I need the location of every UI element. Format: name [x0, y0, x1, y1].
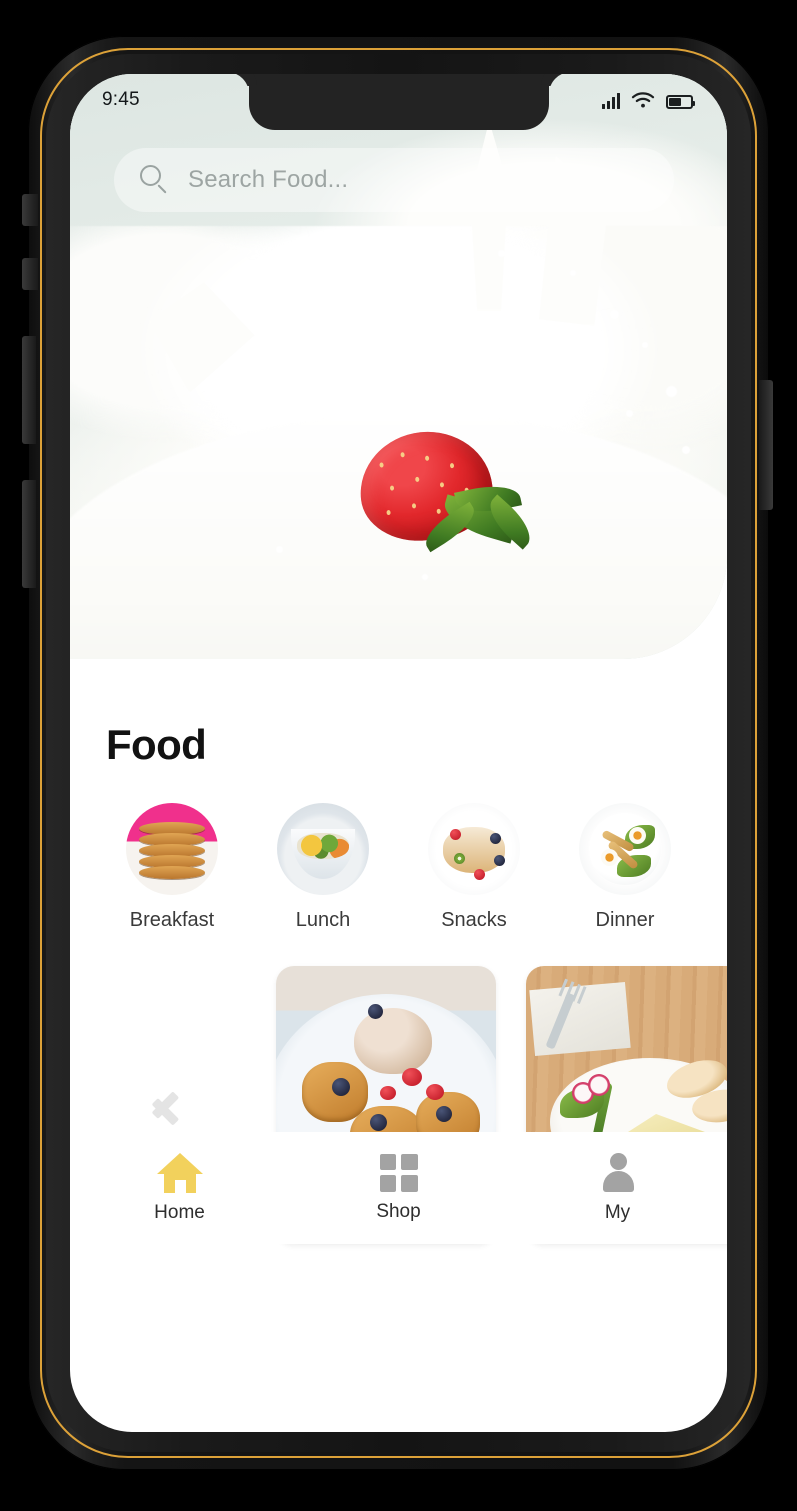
milk-droplet [498, 250, 505, 257]
side-button-secondary[interactable] [22, 258, 38, 290]
milk-droplet [666, 386, 677, 397]
volume-up-button[interactable] [22, 336, 36, 444]
milk-droplet [422, 574, 428, 580]
bottom-navigation: Home Shop My [70, 1132, 727, 1244]
signal-bars-icon [602, 92, 620, 109]
device-stage: 9:45 Search Food... Food Breakfast Lunch… [0, 0, 797, 1511]
category-item-breakfast[interactable]: Breakfast [98, 803, 246, 932]
category-label: Dinner [595, 909, 655, 931]
wifi-icon [631, 92, 655, 108]
snacks-thumbnail [428, 803, 520, 895]
milk-droplet [276, 546, 283, 553]
category-label: Snacks [441, 909, 507, 931]
nav-label: My [604, 1201, 631, 1223]
lunch-thumbnail [277, 803, 369, 895]
category-item-lunch[interactable]: Lunch [249, 803, 397, 932]
battery-icon [666, 95, 695, 109]
volume-down-button[interactable] [22, 480, 36, 588]
main-content: Food Breakfast Lunch Snacks Dinner Home … [70, 659, 727, 1244]
milk-droplet [642, 342, 648, 348]
category-label: Lunch [295, 909, 351, 931]
hero-banner: 9:45 Search Food... [70, 74, 727, 659]
search-placeholder: Search Food... [188, 166, 349, 193]
category-item-dinner[interactable]: Dinner [551, 803, 699, 932]
nav-item-shop[interactable]: Shop [289, 1153, 508, 1223]
nav-label: Shop [376, 1200, 421, 1222]
grid-icon [379, 1153, 418, 1192]
milk-droplet [570, 270, 576, 276]
category-label: Breakfast [129, 909, 215, 931]
phone-screen: 9:45 Search Food... Food Breakfast Lunch… [70, 74, 727, 1432]
phone-notch [248, 74, 549, 130]
page-title: Food [106, 721, 207, 768]
dinner-thumbnail [579, 803, 671, 895]
search-icon [140, 165, 170, 195]
mute-switch-button[interactable] [22, 194, 38, 226]
home-icon [156, 1152, 203, 1193]
milk-droplet [682, 446, 690, 454]
status-icons [602, 91, 695, 109]
status-time: 9:45 [102, 89, 140, 110]
power-button[interactable] [759, 380, 773, 510]
category-list: Breakfast Lunch Snacks Dinner [70, 769, 727, 932]
nav-item-my[interactable]: My [508, 1152, 727, 1224]
search-input[interactable]: Search Food... [114, 148, 674, 212]
nav-item-home[interactable]: Home [70, 1152, 289, 1224]
category-item-snacks[interactable]: Snacks [400, 803, 548, 932]
milk-droplet [626, 410, 633, 417]
breakfast-thumbnail [126, 803, 218, 895]
nav-label: Home [154, 1201, 205, 1223]
chevron-left-icon[interactable] [172, 1078, 202, 1130]
person-icon [599, 1152, 637, 1193]
milk-droplet [610, 310, 619, 319]
